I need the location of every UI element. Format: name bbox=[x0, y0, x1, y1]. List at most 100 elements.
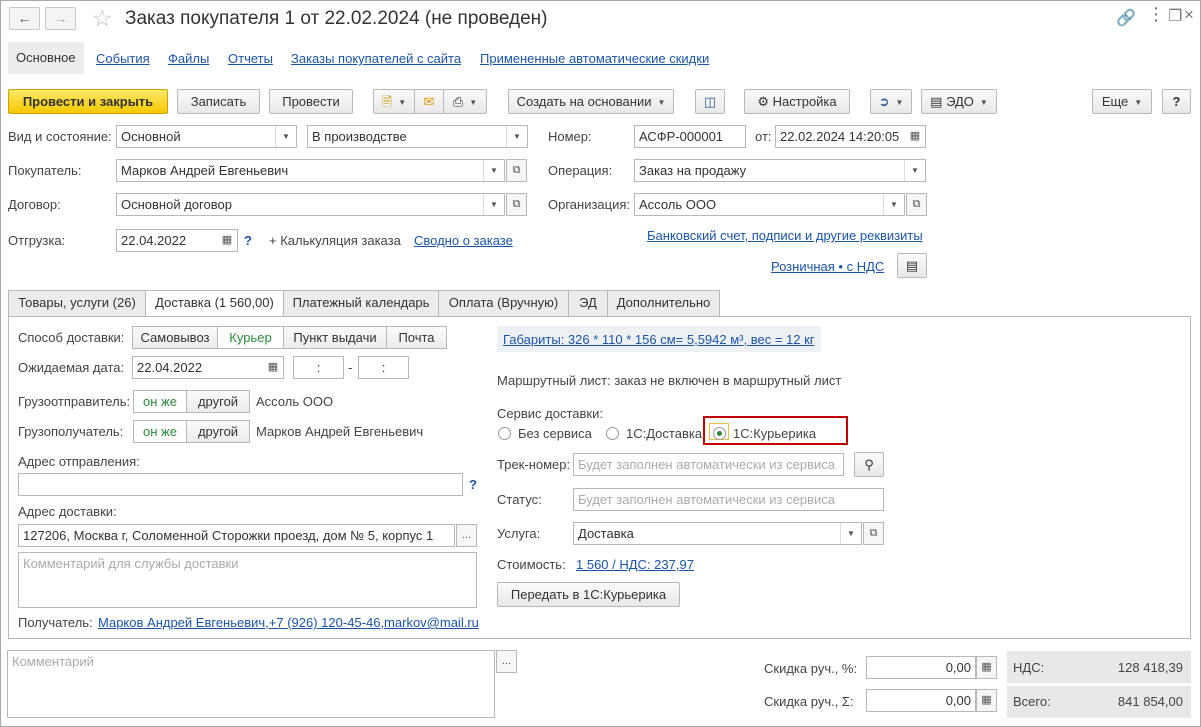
nav-tab-auto-discounts[interactable]: Примененные автоматические скидки bbox=[480, 51, 709, 66]
tab-additional[interactable]: Дополнительно bbox=[607, 290, 720, 316]
number-field[interactable]: АСФР-000001 bbox=[634, 125, 746, 148]
consignee-same-toggle[interactable]: он же bbox=[133, 420, 187, 443]
state-select[interactable]: В производстве ▼ bbox=[307, 125, 528, 148]
discount-percent-field[interactable]: 0,00 bbox=[866, 656, 976, 679]
chevron-down-icon[interactable]: ▼ bbox=[483, 160, 504, 181]
nav-tab-files[interactable]: Файлы bbox=[168, 51, 209, 66]
service-courierika-label[interactable]: 1С:Курьерика bbox=[733, 426, 816, 441]
service-1c-delivery-radio[interactable] bbox=[606, 427, 619, 440]
help-button[interactable]: ? bbox=[1162, 89, 1191, 114]
shipment-date-field[interactable]: 22.04.2022 ▦ bbox=[116, 229, 238, 252]
chevron-down-icon[interactable]: ▼ bbox=[883, 194, 904, 215]
contract-open-button[interactable]: ⧉ bbox=[506, 193, 527, 216]
from-address-field[interactable] bbox=[18, 473, 463, 496]
tab-ed[interactable]: ЭД bbox=[568, 290, 608, 316]
nav-tab-reports[interactable]: Отчеты bbox=[228, 51, 273, 66]
method-courier[interactable]: Курьер bbox=[217, 326, 284, 349]
forward-button[interactable]: → bbox=[45, 7, 76, 30]
order-summary-link[interactable]: Сводно о заказе bbox=[414, 233, 513, 248]
window-restore-icon[interactable]: ❐ bbox=[1168, 6, 1182, 26]
structure-button[interactable]: ◫ bbox=[695, 89, 725, 114]
more-button[interactable]: Еще ▼ bbox=[1092, 89, 1152, 114]
attach-button[interactable]: 🗎 ▼ bbox=[373, 89, 415, 114]
to-address-field[interactable]: 127206, Москва г, Соломенной Сторожки пр… bbox=[18, 524, 455, 547]
chevron-down-icon[interactable]: ▼ bbox=[904, 160, 925, 181]
shipper-other-toggle[interactable]: другой bbox=[186, 390, 250, 413]
post-and-close-button[interactable]: Провести и закрыть bbox=[8, 89, 168, 114]
chevron-down-icon[interactable]: ▼ bbox=[275, 126, 296, 147]
time-to-field[interactable]: : bbox=[358, 356, 409, 379]
calendar-icon[interactable]: ▦ bbox=[905, 126, 925, 147]
service-item-select[interactable]: Доставка ▼ bbox=[573, 522, 862, 545]
nav-tab-site-orders[interactable]: Заказы покупателей с сайта bbox=[291, 51, 461, 66]
more-vertical-icon[interactable]: ⋮ bbox=[1147, 4, 1165, 25]
price-button[interactable]: ▤ bbox=[897, 253, 927, 278]
service-none-radio[interactable] bbox=[498, 427, 511, 440]
settings-button[interactable]: ⚙ Настройка bbox=[744, 89, 850, 114]
service-none-label[interactable]: Без сервиса bbox=[518, 426, 592, 441]
cost-label: Стоимость: bbox=[497, 557, 566, 572]
discount-sum-calc-button[interactable]: ▦ bbox=[976, 689, 997, 712]
save-button[interactable]: Записать bbox=[177, 89, 260, 114]
status-field[interactable]: Будет заполнен автоматически из сервиса bbox=[573, 488, 884, 511]
bank-details-link[interactable]: Банковский счет, подписи и другие реквиз… bbox=[647, 228, 923, 243]
print-button[interactable]: ⎙ ▼ bbox=[443, 89, 487, 114]
contract-field[interactable]: Основной договор ▼ bbox=[116, 193, 505, 216]
nav-tab-events[interactable]: События bbox=[96, 51, 150, 66]
contract-label: Договор: bbox=[8, 197, 61, 212]
favorite-star-icon[interactable]: ☆ bbox=[92, 5, 113, 32]
shipment-help-icon[interactable]: ? bbox=[244, 233, 252, 248]
date-field[interactable]: 22.02.2024 14:20:05 ▦ bbox=[775, 125, 926, 148]
method-post[interactable]: Почта bbox=[386, 326, 447, 349]
calendar-icon[interactable]: ▦ bbox=[217, 230, 237, 251]
post-button[interactable]: Провести bbox=[269, 89, 353, 114]
operation-select[interactable]: Заказ на продажу ▼ bbox=[634, 159, 926, 182]
track-field[interactable]: Будет заполнен автоматически из сервиса bbox=[573, 453, 844, 476]
chevron-down-icon[interactable]: ▼ bbox=[506, 126, 527, 147]
calculation-link[interactable]: + Калькуляция заказа bbox=[269, 233, 401, 248]
exchange-button[interactable]: ➲ ▼ bbox=[870, 89, 912, 114]
nav-tab-main[interactable]: Основное bbox=[8, 42, 84, 74]
address-help-icon[interactable]: ? bbox=[469, 477, 477, 492]
price-type-link[interactable]: Розничная • с НДС bbox=[771, 259, 884, 274]
email-button[interactable]: ✉ bbox=[414, 89, 444, 114]
link-icon[interactable]: 🔗 bbox=[1116, 8, 1136, 28]
to-address-select-button[interactable]: ... bbox=[456, 524, 477, 547]
close-icon[interactable]: × bbox=[1184, 5, 1194, 25]
service-courierika-radio[interactable] bbox=[713, 427, 726, 440]
tab-delivery[interactable]: Доставка (1 560,00) bbox=[145, 290, 284, 317]
edo-button[interactable]: ▤ ЭДО ▼ bbox=[921, 89, 997, 114]
dimensions-link[interactable]: Габариты: 326 * 110 * 156 см= 5,5942 м³,… bbox=[503, 332, 815, 347]
discount-percent-calc-button[interactable]: ▦ bbox=[976, 656, 997, 679]
chevron-down-icon[interactable]: ▼ bbox=[840, 523, 861, 544]
expected-date-field[interactable]: 22.04.2022 ▦ bbox=[132, 356, 284, 379]
tab-payment[interactable]: Оплата (Вручную) bbox=[438, 290, 569, 316]
create-based-on-button[interactable]: Создать на основании ▼ bbox=[508, 89, 674, 114]
shipper-same-toggle[interactable]: он же bbox=[133, 390, 187, 413]
buyer-open-button[interactable]: ⧉ bbox=[506, 159, 527, 182]
buyer-field[interactable]: Марков Андрей Евгеньевич ▼ bbox=[116, 159, 505, 182]
track-search-button[interactable]: ⚲ bbox=[854, 452, 884, 477]
service-1c-delivery-label[interactable]: 1С:Доставка bbox=[626, 426, 702, 441]
courier-comment-field[interactable]: Комментарий для службы доставки bbox=[18, 552, 477, 608]
organization-field[interactable]: Ассоль ООО ▼ bbox=[634, 193, 905, 216]
tab-payment-calendar[interactable]: Платежный календарь bbox=[283, 290, 439, 316]
comment-field[interactable]: Комментарий bbox=[7, 650, 495, 718]
more-label: Еще bbox=[1101, 94, 1129, 109]
cost-link[interactable]: 1 560 / НДС: 237,97 bbox=[576, 557, 694, 572]
kind-select[interactable]: Основной ▼ bbox=[116, 125, 297, 148]
time-from-field[interactable]: : bbox=[293, 356, 344, 379]
comment-edit-button[interactable]: ... bbox=[496, 650, 517, 673]
method-pickup[interactable]: Самовывоз bbox=[132, 326, 218, 349]
send-to-courierika-button[interactable]: Передать в 1С:Курьерика bbox=[497, 582, 680, 607]
back-button[interactable]: ← bbox=[9, 7, 40, 30]
chevron-down-icon[interactable]: ▼ bbox=[483, 194, 504, 215]
consignee-other-toggle[interactable]: другой bbox=[186, 420, 250, 443]
service-item-open-button[interactable]: ⧉ bbox=[863, 522, 884, 545]
method-pickup-point[interactable]: Пункт выдачи bbox=[283, 326, 387, 349]
organization-open-button[interactable]: ⧉ bbox=[906, 193, 927, 216]
discount-sum-field[interactable]: 0,00 bbox=[866, 689, 976, 712]
recipient-link[interactable]: Марков Андрей Евгеньевич,+7 (926) 120-45… bbox=[98, 615, 479, 630]
calendar-icon[interactable]: ▦ bbox=[263, 357, 283, 378]
tab-goods[interactable]: Товары, услуги (26) bbox=[8, 290, 146, 316]
